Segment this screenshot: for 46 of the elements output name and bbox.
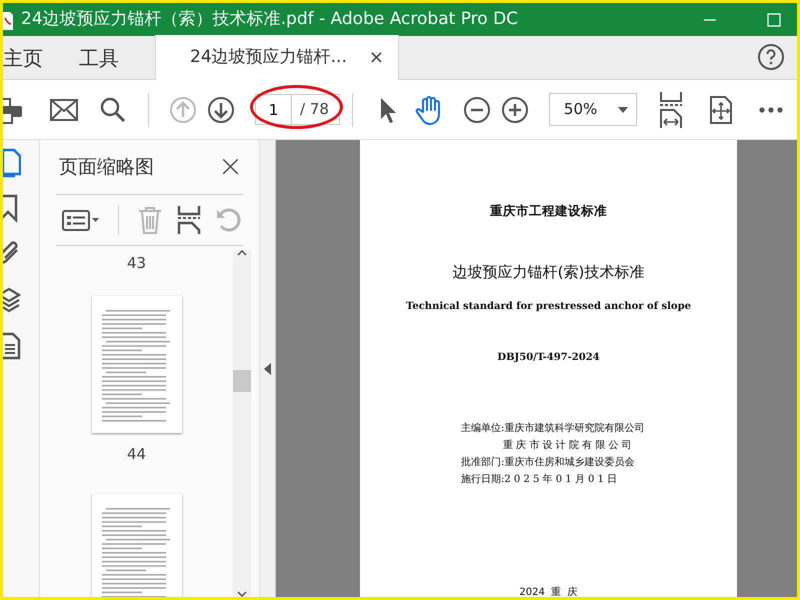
next-page-icon[interactable] bbox=[207, 96, 235, 124]
collapse-arrow-icon[interactable] bbox=[264, 362, 271, 374]
document-icon[interactable] bbox=[3, 332, 21, 362]
standard-code: DBJ50/T-497-2024 bbox=[496, 351, 601, 366]
thumbnail-options-icon[interactable] bbox=[62, 208, 100, 231]
scroll-down-icon[interactable] bbox=[237, 591, 247, 597]
scroll-up-icon[interactable] bbox=[237, 250, 247, 256]
page-thumbnail[interactable] bbox=[92, 494, 182, 597]
tab[interactable]: 主页 bbox=[3, 36, 79, 79]
tab[interactable]: 工具 bbox=[79, 36, 155, 79]
hand-icon[interactable] bbox=[414, 94, 443, 124]
scrollbar-thumb[interactable] bbox=[233, 370, 251, 392]
publication-footer: 2024 重 庆 bbox=[360, 585, 737, 597]
search-icon[interactable] bbox=[100, 96, 126, 122]
pages-icon[interactable] bbox=[3, 148, 21, 178]
panel-title: 页面缩略图 bbox=[59, 154, 154, 180]
help-icon[interactable] bbox=[757, 43, 785, 71]
document-title: 边坡预应力锚杆(索)技术标准 bbox=[452, 262, 646, 283]
publication-info: 批准部门:重庆市住房和城乡建设委员会 bbox=[460, 456, 636, 470]
caret-icon bbox=[618, 106, 628, 112]
page-number-field[interactable]: 1 bbox=[255, 94, 292, 125]
fit-width-icon[interactable] bbox=[658, 92, 683, 128]
close-panel-button[interactable]: × bbox=[218, 152, 243, 182]
maximize-icon[interactable] bbox=[767, 12, 781, 26]
pdf-file-icon bbox=[3, 10, 13, 30]
insert-pages-icon[interactable] bbox=[177, 206, 201, 234]
pointer-icon[interactable] bbox=[378, 96, 397, 124]
mail-icon[interactable] bbox=[50, 98, 78, 120]
fit-page-icon[interactable] bbox=[708, 94, 733, 124]
close-tab-button[interactable]: × bbox=[368, 44, 384, 71]
zoom-out-icon[interactable] bbox=[462, 96, 491, 124]
publication-info: 施行日期:2 0 2 5 年 0 1 月 0 1 日 bbox=[460, 472, 618, 488]
zoom-dropdown[interactable]: 50% bbox=[548, 93, 637, 126]
scrollbar[interactable] bbox=[233, 250, 251, 597]
window-title: 24边坡预应力锚杆（索）技术标准.pdf - Adobe Acrobat Pro DC bbox=[21, 8, 520, 31]
page-number-label: 43 bbox=[126, 252, 148, 274]
page-thumbnail[interactable] bbox=[92, 296, 182, 434]
english-title: Technical standard for prestressed anchor of slope bbox=[405, 300, 692, 314]
publication-info: 重 庆 市 设 计 院 有 限 公 司 bbox=[502, 438, 633, 454]
page-number-label: 44 bbox=[126, 444, 148, 466]
series-title: 重庆市工程建设标准 bbox=[489, 202, 608, 220]
more-icon[interactable] bbox=[758, 106, 783, 112]
publication-info: 主编单位:重庆市建筑科学研究院有限公司 bbox=[460, 422, 646, 436]
tab[interactable]: 24边坡预应力锚杆... × bbox=[155, 35, 399, 80]
page-count: / 78 bbox=[292, 94, 340, 125]
zoom-in-icon[interactable] bbox=[500, 96, 529, 124]
